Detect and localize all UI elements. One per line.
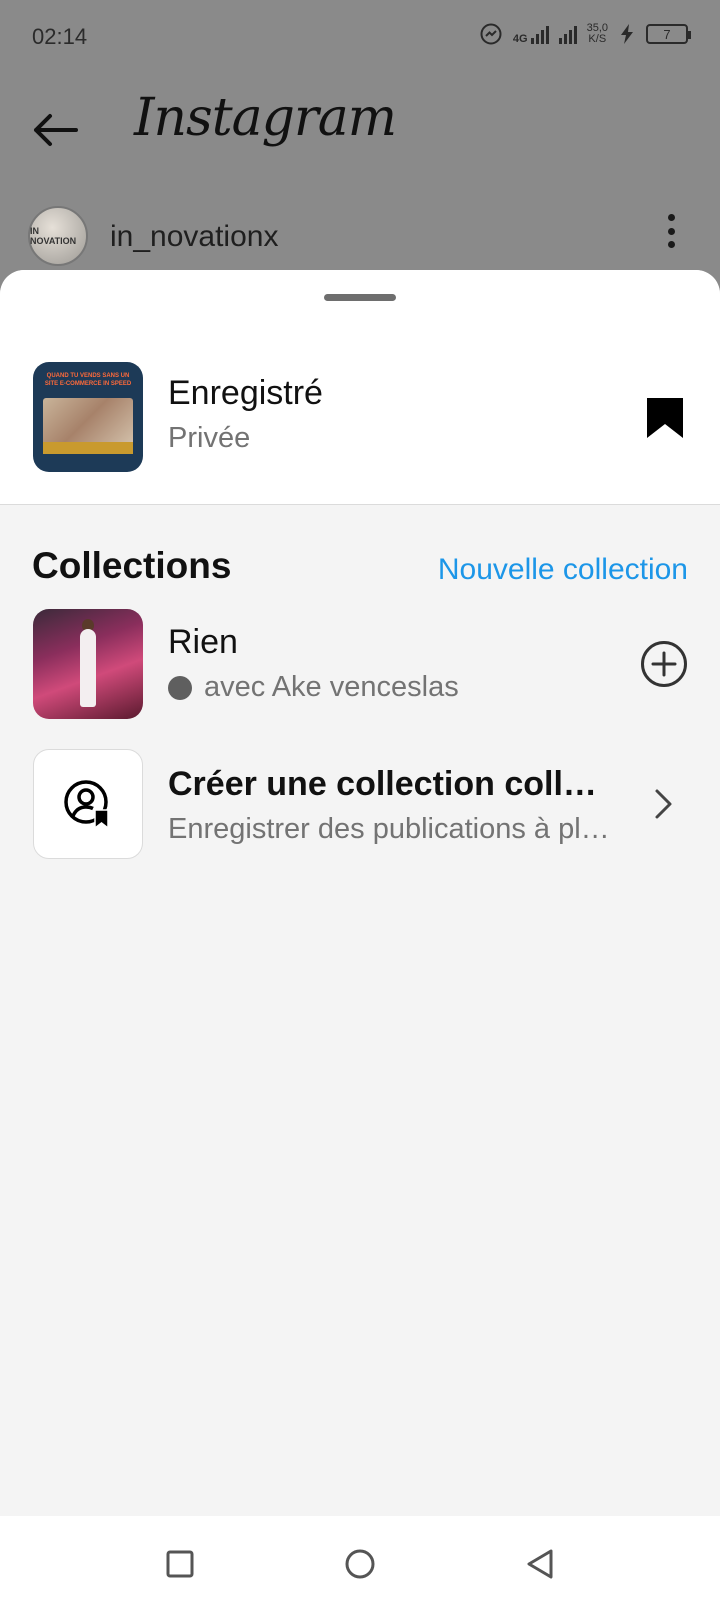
- status-icons: 4G 35,0 K/S 7: [479, 22, 691, 46]
- speed-unit: K/S: [588, 33, 607, 45]
- nav-recent-icon[interactable]: [160, 1544, 200, 1584]
- profile-row: IN NOVATION in_novationx: [0, 200, 720, 270]
- profile-username[interactable]: in_novationx: [110, 220, 278, 254]
- profile-avatar[interactable]: IN NOVATION: [28, 206, 88, 266]
- plus-circle-icon[interactable]: [640, 640, 688, 688]
- nav-back-icon[interactable]: [520, 1544, 560, 1584]
- network-speed: 35,0 K/S: [587, 23, 608, 45]
- thumbnail-photo: [43, 398, 133, 454]
- status-bar: 02:14 4G 35,0 K/S 7: [0, 0, 720, 72]
- signal-bars-icon-2: [558, 24, 577, 44]
- nav-home-icon[interactable]: [340, 1544, 380, 1584]
- thumbnail-figure: [80, 629, 96, 707]
- collab-subtitle: Enregistrer des publications à plusieurs: [168, 813, 620, 845]
- save-bottom-sheet: QUAND TU VENDS SANS UN SITE E-COMMERCE I…: [0, 270, 720, 1516]
- collab-thumbnail: [33, 749, 143, 859]
- network-label: 4G: [512, 33, 528, 45]
- battery-icon: 7: [646, 24, 691, 44]
- background-app-overlay: 02:14 4G 35,0 K/S 7 Instagram IN NOVATIO…: [0, 0, 720, 300]
- thumbnail-caption: QUAND TU VENDS SANS UN SITE E-COMMERCE I…: [44, 373, 132, 387]
- collaborator-avatar: [168, 675, 192, 700]
- collection-subtitle: avec Ake venceslas: [168, 671, 459, 704]
- collection-item[interactable]: Rien avec Ake venceslas: [0, 609, 720, 721]
- collections-heading: Collections: [32, 545, 232, 586]
- saved-thumbnail: QUAND TU VENDS SANS UN SITE E-COMMERCE I…: [33, 362, 143, 472]
- collection-thumbnail: [33, 609, 143, 719]
- chevron-right-icon: [655, 789, 672, 819]
- collab-user-bookmark-icon: [64, 780, 109, 830]
- messenger-icon: [480, 23, 502, 45]
- saved-section: QUAND TU VENDS SANS UN SITE E-COMMERCE I…: [0, 270, 720, 505]
- collab-title: Créer une collection collaborative: [168, 765, 608, 803]
- bookmark-filled-icon[interactable]: [646, 397, 684, 439]
- collection-collaborator: avec Ake venceslas: [204, 671, 459, 703]
- collection-title: Rien: [168, 623, 238, 661]
- system-nav-bar: [0, 1516, 720, 1612]
- charging-icon: [621, 24, 633, 44]
- back-arrow-icon[interactable]: [30, 110, 80, 150]
- instagram-logo: Instagram: [134, 88, 397, 148]
- signal-4g: 4G: [512, 24, 549, 45]
- create-collab-collection-row[interactable]: Créer une collection collaborative Enreg…: [0, 749, 720, 861]
- saved-title: Enregistré: [168, 374, 323, 412]
- app-header: Instagram: [0, 80, 720, 180]
- signal-bars-icon: [530, 24, 549, 44]
- new-collection-button[interactable]: Nouvelle collection: [438, 553, 688, 587]
- saved-privacy: Privée: [168, 422, 251, 454]
- sheet-drag-handle[interactable]: [324, 294, 396, 301]
- more-vertical-icon[interactable]: [668, 214, 676, 248]
- status-time: 02:14: [32, 24, 88, 49]
